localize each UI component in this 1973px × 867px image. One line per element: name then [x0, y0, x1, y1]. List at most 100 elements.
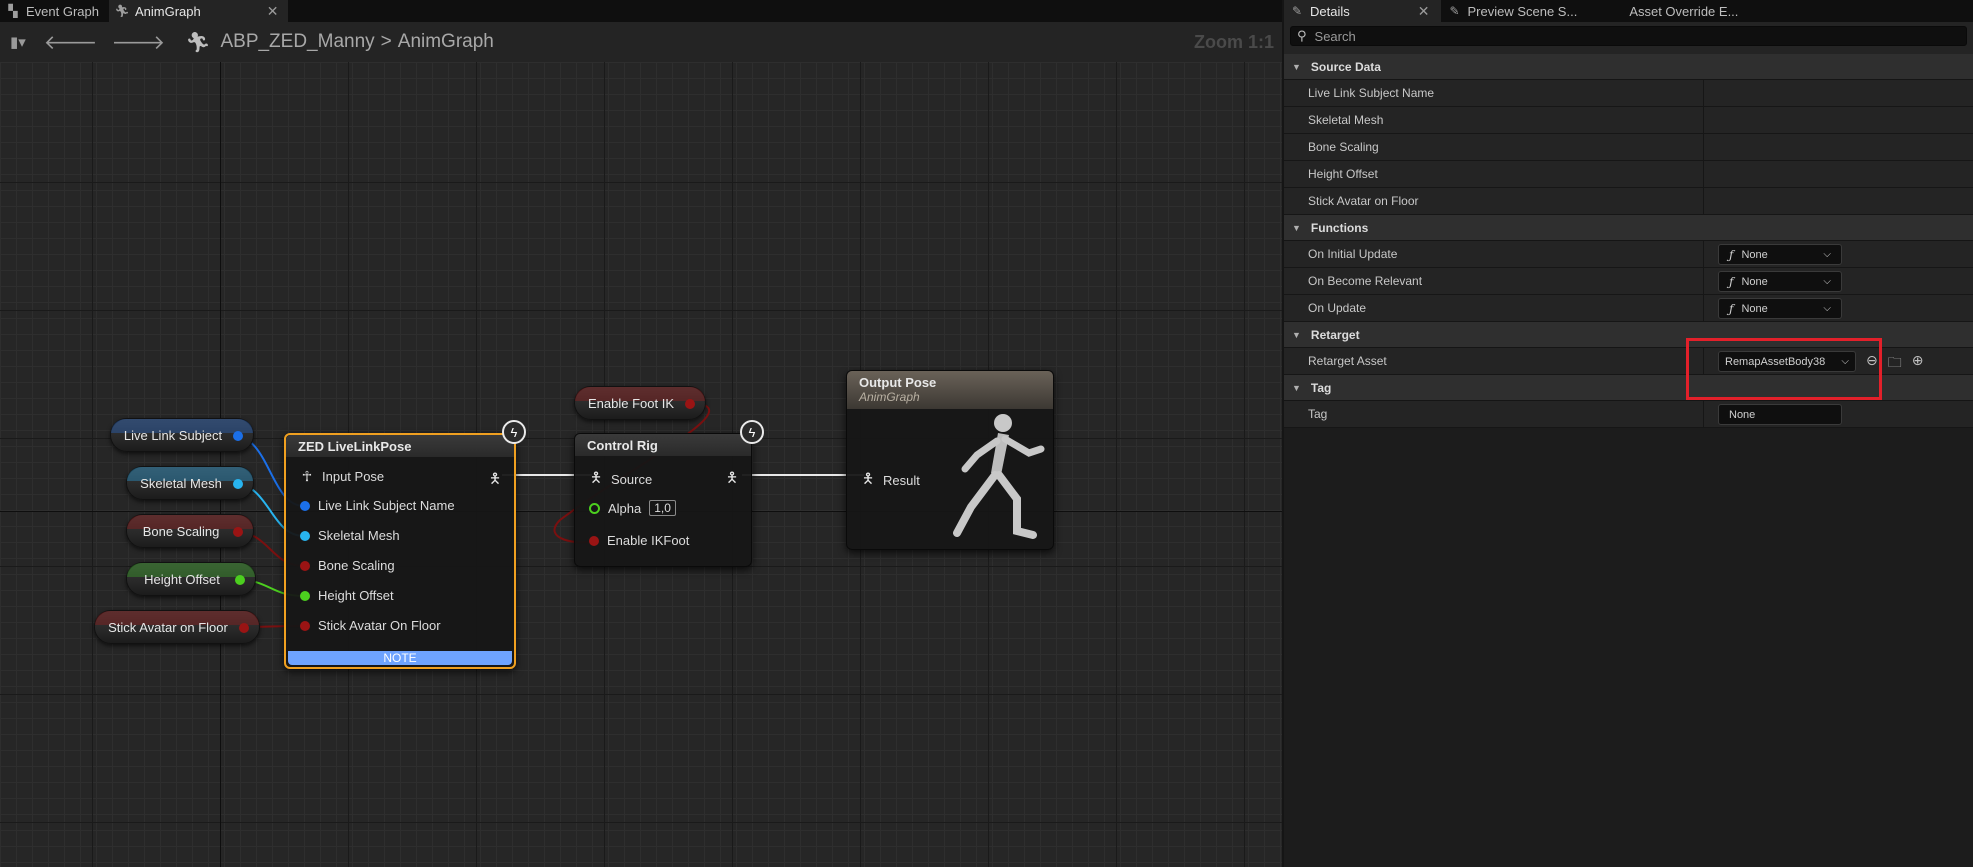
node-control-rig[interactable]: Control Rig 🯅 Source 🯅 Alpha 1,0 Enable … [574, 433, 752, 567]
alpha-value-input[interactable]: 1,0 [649, 500, 676, 516]
input-pin-icon [300, 620, 310, 631]
variable-enable-foot-ik[interactable]: Enable Foot IK [574, 386, 706, 420]
prop-name: Stick Avatar on Floor [1308, 194, 1419, 208]
prop-retarget-asset: Retarget Asset RemapAssetBody38 ⌵ ⊖ 🗀 ⊕ [1284, 348, 1973, 375]
tab-asset-override-editor[interactable]: Asset Override E... [1589, 0, 1750, 22]
on-update-dropdown[interactable]: ƒ None ⌵ [1718, 298, 1842, 319]
on-initial-update-dropdown[interactable]: ƒ None ⌵ [1718, 244, 1842, 265]
node-subtitle: AnimGraph [859, 390, 920, 404]
chevron-down-icon: ⌵ [1841, 356, 1849, 367]
graph-toolbar: ▮▾ 🡐 🡒 🏃︎ ABP_ZED_Manny > AnimGraph Zoom… [0, 22, 1282, 62]
prop-tag: Tag None [1284, 401, 1973, 428]
pose-output-pin-icon[interactable]: 🯅 [488, 468, 502, 492]
input-pin-icon [300, 560, 310, 571]
pin-row-height-offset[interactable]: Height Offset [300, 588, 394, 603]
on-become-relevant-dropdown[interactable]: ƒ None ⌵ [1718, 271, 1842, 292]
column-divider[interactable] [1703, 295, 1704, 322]
tab-label: Event Graph [26, 3, 99, 19]
search-icon: ⚲ [1297, 28, 1307, 43]
details-panel: ✎ Details ✕ ✎ Preview Scene S... Asset O… [1284, 0, 1973, 867]
column-divider[interactable] [1703, 188, 1704, 215]
back-arrow-icon[interactable]: 🡐 [44, 30, 98, 55]
variable-height-offset[interactable]: Height Offset [126, 562, 256, 596]
pin-label: Live Link Subject Name [318, 498, 455, 513]
node-title: Control Rig [575, 434, 751, 456]
variable-label: Enable Foot IK [588, 395, 674, 411]
chevron-down-icon: ▼ [1292, 329, 1301, 340]
node-header: Output Pose AnimGraph [847, 371, 1053, 409]
output-pin-icon[interactable] [685, 399, 695, 409]
variable-skeletal-mesh[interactable]: Skeletal Mesh [126, 466, 254, 500]
pin-row-stick-avatar-on-floor[interactable]: Stick Avatar On Floor [300, 618, 441, 633]
retarget-asset-dropdown[interactable]: RemapAssetBody38 ⌵ [1718, 351, 1856, 372]
column-divider[interactable] [1703, 107, 1704, 134]
tab-event-graph[interactable]: ▚ Event Graph [0, 0, 109, 22]
pin-row-live-link-subject-name[interactable]: Live Link Subject Name [300, 498, 455, 513]
section-source-data[interactable]: ▼ Source Data [1284, 54, 1973, 80]
browse-folder-icon[interactable]: 🗀 [1888, 352, 1902, 376]
column-divider[interactable] [1703, 268, 1704, 295]
output-pin-icon[interactable] [239, 623, 249, 633]
tab-anim-graph[interactable]: 🏃︎ AnimGraph ✕ [109, 0, 289, 22]
section-retarget[interactable]: ▼ Retarget [1284, 322, 1973, 348]
variable-bone-scaling[interactable]: Bone Scaling [126, 514, 254, 548]
forward-arrow-icon[interactable]: 🡒 [111, 30, 165, 55]
breadcrumb-root[interactable]: ABP_ZED_Manny [220, 31, 374, 53]
column-divider[interactable] [1703, 80, 1704, 107]
tab-label: Asset Override E... [1629, 3, 1739, 19]
column-divider[interactable] [1703, 348, 1704, 375]
prop-name: Live Link Subject Name [1308, 86, 1435, 100]
output-pin-icon[interactable] [233, 479, 243, 489]
tab-label: AnimGraph [135, 3, 201, 19]
output-pin-icon[interactable] [235, 575, 245, 585]
close-icon[interactable]: ✕ [1418, 3, 1430, 20]
pin-label: Height Offset [318, 588, 394, 603]
node-zed-livelinkpose[interactable]: ZED LiveLinkPose ☥ Input Pose 🯅 Live Lin… [284, 433, 516, 669]
column-divider[interactable] [1703, 161, 1704, 188]
pin-row-bone-scaling[interactable]: Bone Scaling [300, 558, 395, 573]
graph-tabbar: ▚ Event Graph 🏃︎ AnimGraph ✕ [0, 0, 1282, 22]
pin-row-alpha[interactable]: Alpha 1,0 [589, 500, 676, 516]
tag-input[interactable]: None [1718, 404, 1842, 425]
asset-actions: ⊖ 🗀 ⊕ [1866, 352, 1923, 376]
pin-row-enable-ikfoot[interactable]: Enable IKFoot [589, 533, 689, 548]
variable-stick-avatar-on-floor[interactable]: Stick Avatar on Floor [94, 610, 260, 644]
section-functions[interactable]: ▼ Functions [1284, 215, 1973, 241]
zoom-label: Zoom 1:1 [1193, 32, 1274, 52]
tab-label: Details [1310, 3, 1350, 19]
prop-height-offset: Height Offset [1284, 161, 1973, 188]
add-icon[interactable]: ⊕ [1912, 352, 1924, 376]
pin-label: Result [883, 472, 920, 488]
pin-row-skeletal-mesh[interactable]: Skeletal Mesh [300, 528, 400, 543]
breadcrumb-current[interactable]: AnimGraph [398, 31, 494, 53]
node-output-pose[interactable]: Output Pose AnimGraph 🯅 Result [846, 370, 1054, 550]
bookmark-menu-button[interactable]: ▮▾ [10, 33, 26, 51]
pose-pin-icon: ☥ [301, 468, 313, 484]
column-divider[interactable] [1703, 134, 1704, 161]
output-pin-icon[interactable] [233, 431, 243, 441]
pin-label: Bone Scaling [318, 558, 395, 573]
anim-graph-icon: 🏃︎ [114, 4, 130, 18]
variable-label: Stick Avatar on Floor [108, 619, 228, 635]
output-pin-icon[interactable] [233, 527, 243, 537]
tab-preview-scene-settings[interactable]: ✎ Preview Scene S... [1441, 0, 1589, 22]
column-divider[interactable] [1703, 401, 1704, 428]
search-input[interactable] [1314, 28, 1917, 44]
variable-label: Skeletal Mesh [140, 475, 222, 491]
use-selected-asset-icon[interactable]: ⊖ [1866, 352, 1878, 376]
variable-live-link-subject[interactable]: Live Link Subject [110, 418, 254, 452]
pin-row-input-pose[interactable]: ☥ Input Pose [300, 468, 384, 485]
pose-pin-icon: 🯅 [589, 469, 603, 485]
column-divider[interactable] [1703, 241, 1704, 268]
pose-output-pin-icon[interactable]: 🯅 [725, 467, 739, 491]
pose-pin-icon: 🯅 [861, 470, 875, 486]
note-bar[interactable]: NOTE [288, 651, 512, 665]
pin-row-result[interactable]: 🯅 Result [861, 468, 920, 492]
section-tag[interactable]: ▼ Tag [1284, 375, 1973, 401]
tab-details[interactable]: ✎ Details ✕ [1284, 0, 1442, 22]
input-pin-icon [300, 500, 310, 511]
pencil-icon: ✎ [1449, 4, 1460, 18]
fast-path-bolt-icon: ϟ [502, 420, 526, 444]
close-icon[interactable]: ✕ [267, 3, 279, 20]
pin-row-source[interactable]: 🯅 Source [589, 467, 652, 491]
